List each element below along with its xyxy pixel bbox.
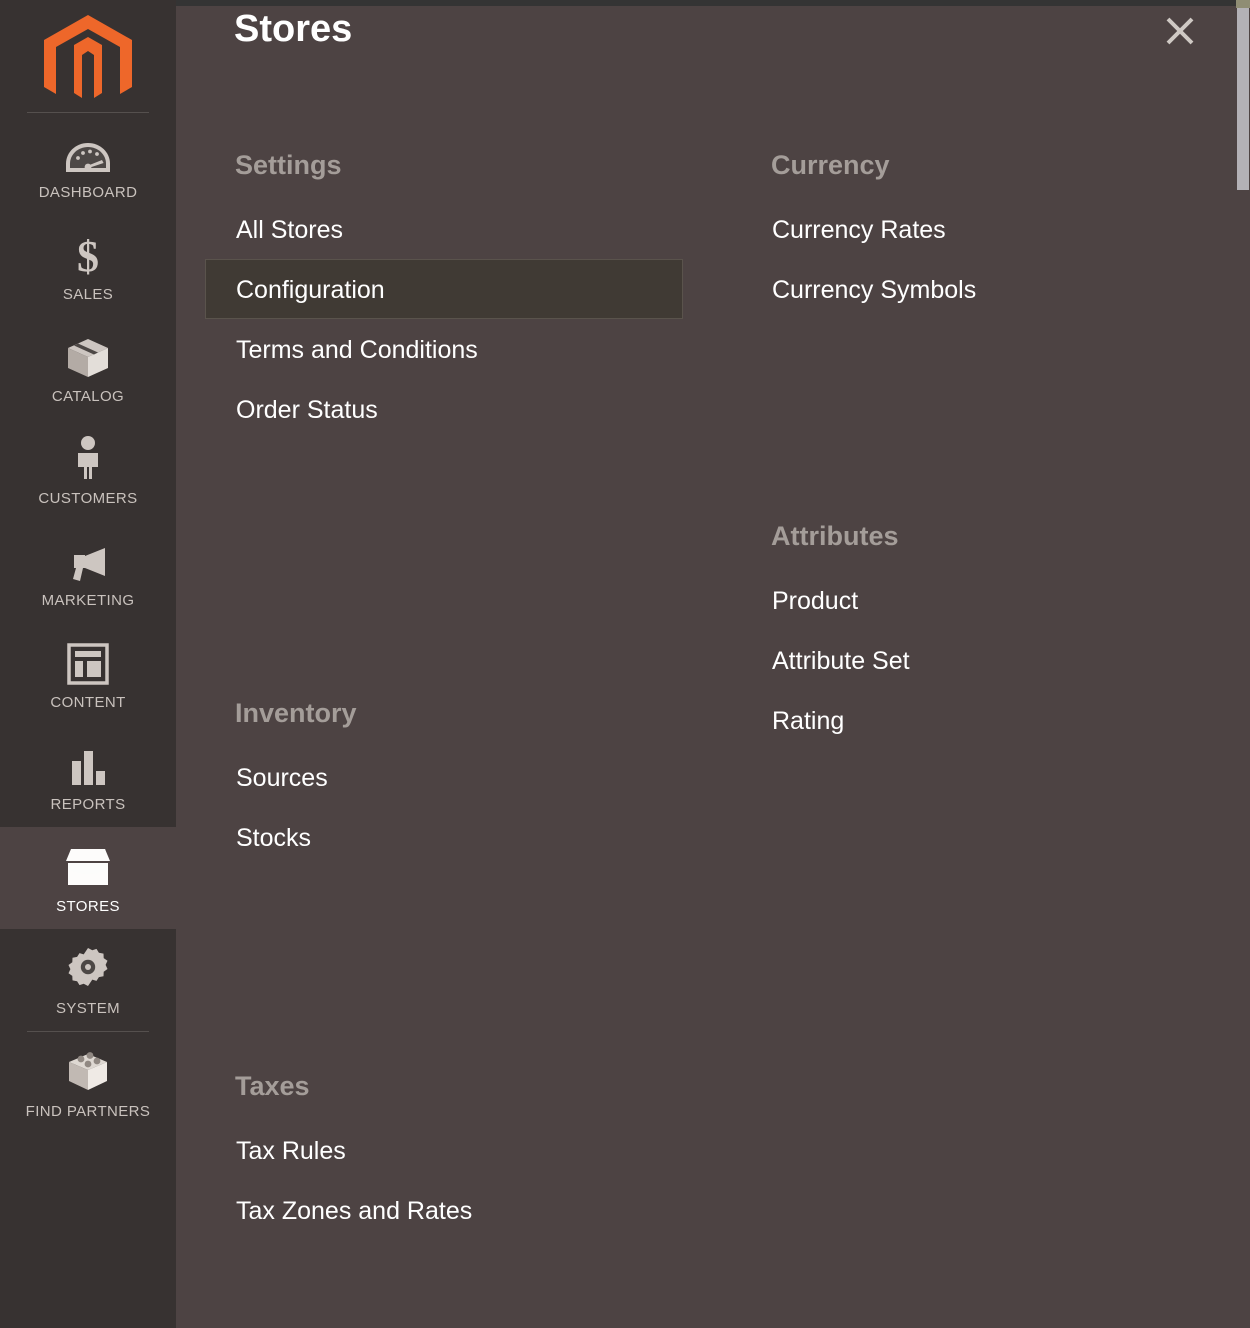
menu-item-configuration[interactable]: Configuration [205, 259, 683, 319]
sidebar-item-sales[interactable]: $ SALES [0, 215, 176, 317]
megaphone-icon [65, 537, 111, 583]
sidebar-item-customers[interactable]: CUSTOMERS [0, 419, 176, 521]
menu-group-title: Inventory [205, 698, 683, 729]
menu-item-stocks[interactable]: Stocks [205, 807, 683, 867]
dashboard-gauge-icon [65, 129, 111, 175]
sidebar-item-content[interactable]: CONTENT [0, 623, 176, 725]
sidebar-item-label: SYSTEM [56, 1000, 120, 1017]
sidebar-item-label: CATALOG [52, 388, 124, 405]
dollar-sign-icon: $ [73, 231, 103, 277]
menu-item-all-stores[interactable]: All Stores [205, 199, 683, 259]
menu-item-tax-rules[interactable]: Tax Rules [205, 1120, 683, 1180]
sidebar-item-stores[interactable]: STORES [0, 827, 176, 929]
page-layout-icon [67, 639, 109, 685]
menu-item-order-status[interactable]: Order Status [205, 379, 683, 439]
sidebar-item-label: DASHBOARD [39, 184, 138, 201]
menu-group-items: Tax RulesTax Zones and Rates [205, 1120, 683, 1240]
menu-group-title: Settings [205, 150, 683, 181]
magento-logo-icon[interactable] [0, 0, 176, 112]
person-icon [72, 435, 104, 481]
sidebar-item-label: REPORTS [50, 796, 125, 813]
menu-group-taxes: Taxes Tax RulesTax Zones and Rates [205, 1071, 683, 1240]
sidebar-item-catalog[interactable]: CATALOG [0, 317, 176, 419]
puzzle-box-icon [65, 1048, 111, 1094]
menu-group-currency: Currency Currency RatesCurrency Symbols [741, 150, 1219, 319]
menu-item-currency-rates[interactable]: Currency Rates [741, 199, 1219, 259]
sidebar-item-marketing[interactable]: MARKETING [0, 521, 176, 623]
sidebar-item-label: SALES [63, 286, 113, 303]
menu-group-attributes: Attributes ProductAttribute SetRating [741, 521, 1219, 750]
menu-group-items: SourcesStocks [205, 747, 683, 867]
menu-group-items: All StoresConfigurationTerms and Conditi… [205, 199, 683, 439]
close-icon[interactable] [1158, 9, 1202, 53]
menu-item-product[interactable]: Product [741, 570, 1219, 630]
menu-group-title: Currency [741, 150, 1219, 181]
sidebar-item-find-partners[interactable]: FIND PARTNERS [0, 1032, 176, 1134]
bar-chart-icon [67, 741, 109, 787]
menu-item-sources[interactable]: Sources [205, 747, 683, 807]
box-icon [66, 333, 110, 379]
menu-item-tax-zones-and-rates[interactable]: Tax Zones and Rates [205, 1180, 683, 1240]
gear-icon [66, 945, 110, 991]
sidebar-item-label: MARKETING [42, 592, 135, 609]
menu-group-settings: Settings All StoresConfigurationTerms and… [205, 150, 683, 439]
scrollbar-thumb[interactable] [1237, 0, 1249, 190]
menu-group-inventory: Inventory SourcesStocks [205, 698, 683, 867]
sidebar-item-system[interactable]: SYSTEM [0, 929, 176, 1031]
admin-sidebar-rail: DASHBOARD $ SALES CATALOG CUSTOMERS MARKETING… [0, 0, 176, 1328]
menu-group-title: Taxes [205, 1071, 683, 1102]
menu-group-items: ProductAttribute SetRating [741, 570, 1219, 750]
stores-menu-panel: Stores Settings All StoresConfigurationTe… [176, 0, 1250, 1328]
sidebar-item-label: STORES [56, 898, 120, 915]
sidebar-item-label: FIND PARTNERS [26, 1103, 151, 1120]
scrollbar-top-marker [1236, 0, 1250, 8]
magento-admin-stores-menu: DASHBOARD $ SALES CATALOG CUSTOMERS MARKETING… [0, 0, 1250, 1328]
menu-item-attribute-set[interactable]: Attribute Set [741, 630, 1219, 690]
sidebar-item-dashboard[interactable]: DASHBOARD [0, 113, 176, 215]
menu-item-terms-and-conditions[interactable]: Terms and Conditions [205, 319, 683, 379]
page-scrollbar[interactable] [1236, 0, 1250, 1328]
sidebar-item-label: CONTENT [50, 694, 125, 711]
menu-item-currency-symbols[interactable]: Currency Symbols [741, 259, 1219, 319]
sidebar-item-label: CUSTOMERS [38, 490, 137, 507]
menu-group-items: Currency RatesCurrency Symbols [741, 199, 1219, 319]
svg-text:$: $ [77, 233, 99, 277]
storefront-awning-icon [64, 843, 112, 889]
menu-item-rating[interactable]: Rating [741, 690, 1219, 750]
sidebar-item-reports[interactable]: REPORTS [0, 725, 176, 827]
page-title: Stores [234, 8, 352, 51]
menu-group-title: Attributes [741, 521, 1219, 552]
panel-top-band [176, 0, 1250, 6]
